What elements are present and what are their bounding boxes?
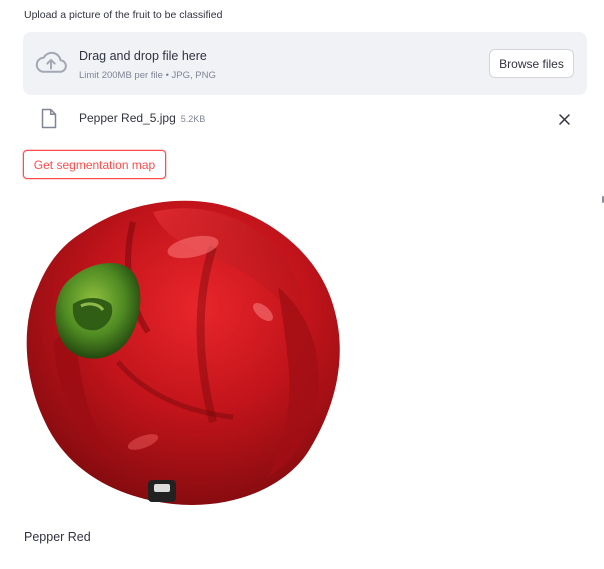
- file-size: 5.2KB: [180, 114, 206, 124]
- get-segmentation-map-button[interactable]: Get segmentation map: [23, 150, 166, 179]
- browse-files-button[interactable]: Browse files: [489, 49, 574, 78]
- file-icon: [41, 108, 57, 129]
- prediction-caption: Pepper Red: [24, 530, 91, 544]
- dropzone-title: Drag and drop file here: [79, 49, 207, 63]
- dropzone-limit: Limit 200MB per file • JPG, PNG: [79, 70, 216, 81]
- uploaded-image: [23, 192, 343, 512]
- uploader-label: Upload a picture of the fruit to be clas…: [24, 9, 223, 21]
- remove-file-button[interactable]: [555, 110, 573, 128]
- uploaded-file-row: Pepper Red_5.jpg 5.2KB: [23, 104, 587, 134]
- file-name: Pepper Red_5.jpg 5.2KB: [79, 111, 205, 125]
- cloud-upload-icon: [35, 51, 67, 73]
- red-pepper-photo: [26, 200, 340, 505]
- app-page: Upload a picture of the fruit to be clas…: [0, 0, 604, 569]
- close-icon: [558, 113, 570, 125]
- file-name-text: Pepper Red_5.jpg: [79, 111, 176, 125]
- file-dropzone[interactable]: Drag and drop file here Limit 200MB per …: [23, 32, 587, 95]
